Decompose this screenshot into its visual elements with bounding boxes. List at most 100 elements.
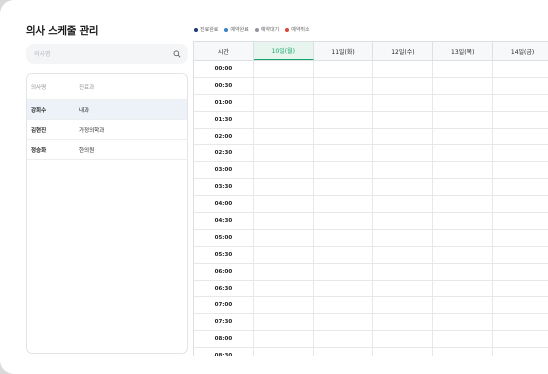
schedule-slot[interactable]: [314, 77, 374, 94]
schedule-slot[interactable]: [254, 162, 314, 179]
schedule-slot[interactable]: [373, 196, 434, 213]
schedule-slot[interactable]: [433, 111, 494, 128]
schedule-slot[interactable]: [493, 61, 548, 77]
schedule-slot[interactable]: [373, 179, 434, 196]
schedule-slot[interactable]: [373, 246, 434, 263]
schedule-slot[interactable]: [493, 247, 548, 263]
doctor-row[interactable]: 김현진 가정의학과: [27, 120, 187, 140]
schedule-slot[interactable]: [254, 263, 314, 280]
schedule-slot[interactable]: [254, 94, 314, 111]
schedule-slot[interactable]: [493, 129, 548, 145]
schedule-slot[interactable]: [373, 348, 434, 356]
schedule-slot[interactable]: [373, 331, 434, 348]
schedule-slot[interactable]: [493, 297, 548, 313]
schedule-slot[interactable]: [433, 246, 494, 263]
schedule-slot[interactable]: [493, 213, 548, 229]
schedule-slot[interactable]: [493, 264, 548, 280]
schedule-slot[interactable]: [314, 280, 374, 297]
day-header[interactable]: 14일(금): [493, 42, 548, 60]
schedule-slot[interactable]: [254, 297, 314, 314]
schedule-slot[interactable]: [433, 61, 494, 77]
schedule-slot[interactable]: [433, 314, 494, 331]
schedule-slot[interactable]: [433, 128, 494, 145]
schedule-slot[interactable]: [373, 297, 434, 314]
schedule-slot[interactable]: [493, 281, 548, 297]
schedule-slot[interactable]: [493, 162, 548, 178]
doctor-row-selected[interactable]: 강희수 내과: [27, 100, 187, 120]
schedule-slot[interactable]: [433, 77, 494, 94]
schedule-slot[interactable]: [493, 112, 548, 128]
schedule-slot[interactable]: [314, 263, 374, 280]
schedule-slot[interactable]: [314, 94, 374, 111]
schedule-slot[interactable]: [254, 246, 314, 263]
schedule-slot[interactable]: [373, 162, 434, 179]
schedule-slot[interactable]: [254, 196, 314, 213]
schedule-slot[interactable]: [254, 61, 314, 77]
schedule-slot[interactable]: [314, 297, 374, 314]
schedule-slot[interactable]: [314, 213, 374, 229]
schedule-slot[interactable]: [433, 280, 494, 297]
schedule-slot[interactable]: [373, 128, 434, 145]
schedule-slot[interactable]: [254, 314, 314, 331]
schedule-slot[interactable]: [433, 331, 494, 348]
schedule-slot[interactable]: [254, 229, 314, 246]
day-header-active[interactable]: 10일(월): [253, 42, 314, 60]
schedule-slot[interactable]: [314, 128, 374, 145]
doctor-search-input[interactable]: [34, 44, 164, 64]
schedule-slot[interactable]: [373, 213, 434, 229]
schedule-slot[interactable]: [314, 145, 374, 162]
schedule-slot[interactable]: [314, 314, 374, 331]
schedule-slot[interactable]: [254, 331, 314, 348]
schedule-slot[interactable]: [433, 145, 494, 162]
schedule-slot[interactable]: [433, 263, 494, 280]
schedule-slot[interactable]: [254, 179, 314, 196]
schedule-slot[interactable]: [373, 314, 434, 331]
schedule-slot[interactable]: [433, 213, 494, 229]
schedule-slot[interactable]: [373, 145, 434, 162]
schedule-slot[interactable]: [314, 331, 374, 348]
schedule-slot[interactable]: [493, 331, 548, 347]
day-header[interactable]: 13일(목): [433, 42, 494, 60]
schedule-slot[interactable]: [493, 95, 548, 111]
schedule-slot[interactable]: [254, 145, 314, 162]
doctor-row[interactable]: 정승화 한의원: [27, 140, 187, 160]
schedule-slot[interactable]: [373, 61, 434, 77]
schedule-slot[interactable]: [433, 94, 494, 111]
schedule-slot[interactable]: [314, 61, 374, 77]
schedule-slot[interactable]: [314, 348, 374, 356]
schedule-slot[interactable]: [314, 162, 374, 179]
schedule-slot[interactable]: [433, 297, 494, 314]
schedule-slot[interactable]: [373, 77, 434, 94]
day-header[interactable]: 12일(수): [373, 42, 434, 60]
schedule-slot[interactable]: [493, 78, 548, 94]
schedule-slot[interactable]: [314, 111, 374, 128]
schedule-slot[interactable]: [254, 280, 314, 297]
day-header[interactable]: 11일(화): [313, 42, 374, 60]
schedule-slot[interactable]: [493, 145, 548, 161]
schedule-slot[interactable]: [373, 111, 434, 128]
schedule-slot[interactable]: [433, 348, 494, 356]
schedule-slot[interactable]: [433, 196, 494, 213]
schedule-slot[interactable]: [493, 348, 548, 356]
schedule-slot[interactable]: [314, 196, 374, 213]
schedule-slot[interactable]: [314, 229, 374, 246]
schedule-slot[interactable]: [254, 348, 314, 356]
schedule-slot[interactable]: [373, 263, 434, 280]
schedule-slot[interactable]: [493, 179, 548, 195]
schedule-slot[interactable]: [254, 128, 314, 145]
schedule-slot[interactable]: [254, 213, 314, 229]
schedule-slot[interactable]: [493, 230, 548, 246]
schedule-slot[interactable]: [254, 111, 314, 128]
schedule-slot[interactable]: [254, 77, 314, 94]
schedule-slot[interactable]: [314, 179, 374, 196]
schedule-slot[interactable]: [373, 229, 434, 246]
schedule-slot[interactable]: [433, 179, 494, 196]
schedule-slot[interactable]: [493, 314, 548, 330]
schedule-slot[interactable]: [373, 280, 434, 297]
search-icon[interactable]: [173, 50, 181, 58]
schedule-slot[interactable]: [373, 94, 434, 111]
schedule-slot[interactable]: [433, 162, 494, 179]
schedule-slot[interactable]: [314, 246, 374, 263]
schedule-slot[interactable]: [433, 229, 494, 246]
schedule-slot[interactable]: [493, 196, 548, 212]
